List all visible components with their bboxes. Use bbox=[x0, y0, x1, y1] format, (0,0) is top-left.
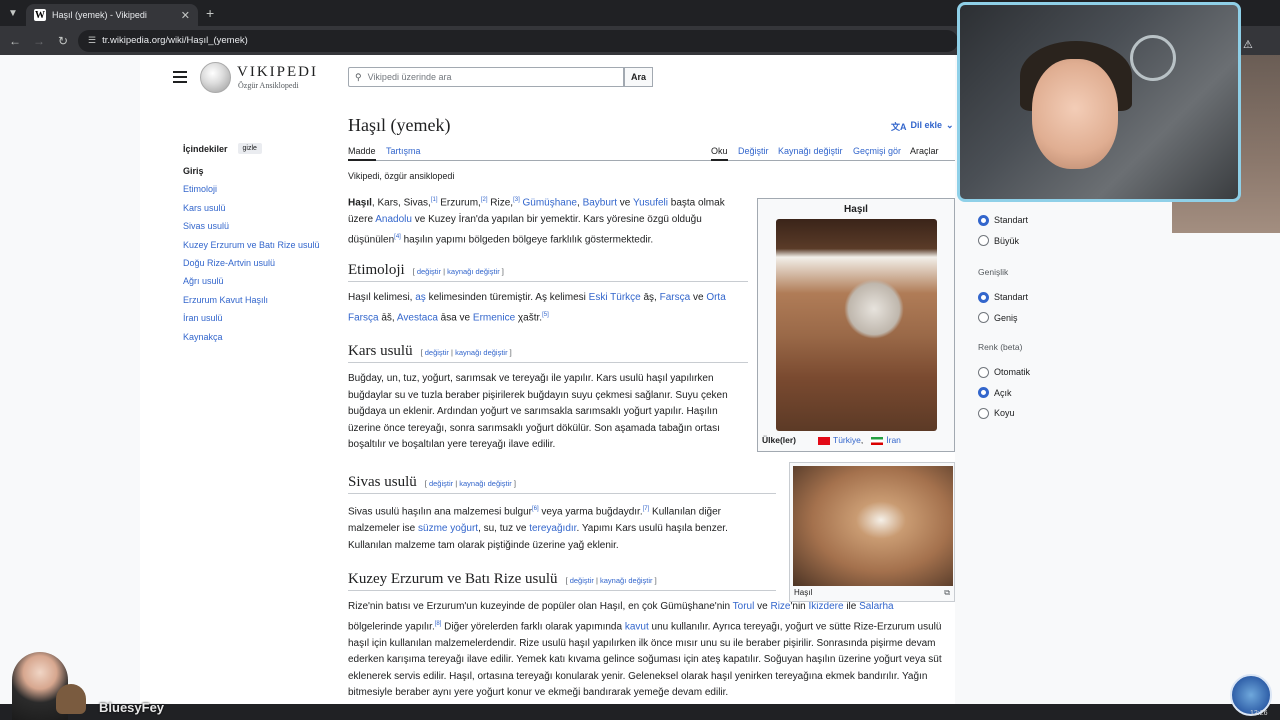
radio-icon bbox=[978, 291, 989, 303]
iran-flag-icon bbox=[871, 436, 884, 445]
infobox: Haşıl Ülke(ler) Türkiye, İran bbox=[757, 198, 955, 452]
radio-icon bbox=[978, 407, 989, 419]
tab-talk[interactable]: Tartışma bbox=[386, 146, 421, 156]
toc-hide-button[interactable]: gizle bbox=[237, 143, 262, 154]
color-title: Renk (beta) bbox=[978, 342, 1023, 352]
toc-item[interactable]: Kuzey Erzurum ve Batı Rize usulü bbox=[183, 240, 333, 258]
section-heading: Kuzey Erzurum ve Batı Rize usulü[ değişt… bbox=[348, 571, 776, 591]
toc-item[interactable]: Etimoloji bbox=[183, 184, 333, 202]
search-placeholder: Vikipedi üzerinde ara bbox=[367, 72, 452, 82]
toc-item[interactable]: Doğu Rize-Artvin usulü bbox=[183, 258, 333, 276]
turkey-flag-icon bbox=[818, 436, 831, 445]
kars-paragraph: Buğday, un, tuz, yoğurt, sarımsak ve ter… bbox=[348, 373, 728, 451]
enlarge-icon[interactable]: ⧉ bbox=[944, 588, 950, 598]
country-link[interactable]: İran bbox=[886, 435, 901, 445]
search-button[interactable]: Ara bbox=[624, 67, 653, 87]
color-dark[interactable]: Koyu bbox=[978, 403, 1128, 424]
infobox-countries-row: Ülke(ler) Türkiye, İran bbox=[762, 435, 901, 445]
toc-item[interactable]: Sivas usulü bbox=[183, 221, 333, 239]
color-light[interactable]: Açık bbox=[978, 383, 1128, 404]
forward-icon[interactable]: → bbox=[30, 32, 48, 50]
text-size-standard[interactable]: Standart bbox=[978, 210, 1128, 231]
table-of-contents: İçindekiler gizle Giriş Etimoloji Kars u… bbox=[183, 143, 333, 350]
text-size-large[interactable]: Büyük bbox=[978, 231, 1128, 252]
toc-item[interactable]: Giriş bbox=[183, 166, 333, 184]
add-language-button[interactable]: 文A Dil ekle ⌄ bbox=[891, 120, 954, 133]
tagline: Özgür Ansiklopedi bbox=[238, 81, 299, 90]
address-bar[interactable]: ☰ tr.wikipedia.org/wiki/Haşıl_(yemek) bbox=[78, 29, 958, 52]
wordmark[interactable]: Vikipedi bbox=[237, 64, 318, 81]
webcam-overlay bbox=[957, 2, 1241, 202]
width-wide[interactable]: Geniş bbox=[978, 308, 1128, 329]
appearance-panel: Standart Büyük Genişlik Standart Geniş R… bbox=[978, 190, 1128, 424]
thumbnail-image[interactable] bbox=[793, 466, 953, 586]
add-language-label: Dil ekle bbox=[910, 120, 943, 130]
warning-icon: ⚠ bbox=[1243, 39, 1253, 51]
site-info-icon[interactable]: ☰ bbox=[88, 35, 96, 46]
width-title: Genişlik bbox=[978, 267, 1009, 277]
browser-tab[interactable]: W Haşıl (yemek) - Vikipedi ✕ bbox=[26, 4, 198, 26]
site-subtitle: Vikipedi, özgür ansiklopedi bbox=[348, 171, 455, 181]
tab-history[interactable]: Geçmişi gör bbox=[853, 146, 901, 156]
infobox-image[interactable] bbox=[776, 219, 937, 431]
intro-paragraph: Haşıl, Kars, Sivas,[1] Erzurum,[2] Rize,… bbox=[348, 197, 725, 245]
color-auto[interactable]: Otomatik bbox=[978, 362, 1128, 383]
tab-edit[interactable]: Değiştir bbox=[738, 146, 769, 156]
wikipedia-page: Vikipedi Özgür Ansiklopedi ⚲ Vikipedi üz… bbox=[140, 55, 955, 720]
width-standard[interactable]: Standart bbox=[978, 287, 1128, 308]
section-heading: Etimoloji[ değiştir | kaynağı değiştir ] bbox=[348, 262, 748, 282]
fan-shape bbox=[1130, 35, 1176, 81]
radio-icon bbox=[978, 387, 989, 399]
radio-icon bbox=[978, 214, 989, 226]
etymology-paragraph: Haşıl kelimesi, aş kelimesinden türemişt… bbox=[348, 292, 726, 323]
tab-edit-source[interactable]: Kaynağı değiştir bbox=[778, 146, 843, 156]
toc-item[interactable]: Kars usulü bbox=[183, 203, 333, 221]
thumbnail-figure: Haşıl ⧉ bbox=[789, 462, 955, 602]
cat-avatar bbox=[56, 684, 86, 714]
translate-icon: 文A bbox=[891, 122, 907, 132]
wikipedia-favicon-icon: W bbox=[34, 9, 46, 21]
radio-icon bbox=[978, 366, 989, 378]
toc-item[interactable]: Ağrı usulü bbox=[183, 276, 333, 294]
toc-item[interactable]: Erzurum Kavut Haşılı bbox=[183, 295, 333, 313]
wikipedia-globe-icon[interactable] bbox=[200, 62, 231, 93]
main-menu-icon[interactable] bbox=[173, 71, 187, 83]
tab-title: Haşıl (yemek) - Vikipedi bbox=[52, 10, 147, 20]
tab-article[interactable]: Madde bbox=[348, 146, 376, 161]
url-text: tr.wikipedia.org/wiki/Haşıl_(yemek) bbox=[102, 35, 248, 46]
tools-menu[interactable]: Araçlar bbox=[910, 146, 939, 156]
new-tab-icon[interactable]: + bbox=[206, 5, 214, 21]
radio-icon bbox=[978, 312, 989, 324]
toc-item[interactable]: İran usulü bbox=[183, 313, 333, 331]
close-tab-icon[interactable]: ✕ bbox=[181, 9, 190, 22]
infobox-title: Haşıl bbox=[844, 204, 868, 215]
taskbar-clock: 12:26 bbox=[1250, 710, 1268, 717]
article-tabs: Madde Tartışma Oku Değiştir Kaynağı deği… bbox=[348, 143, 955, 161]
stream-username: BluesyFey bbox=[99, 700, 165, 715]
back-icon[interactable]: ← bbox=[6, 32, 24, 50]
reload-icon[interactable]: ↻ bbox=[54, 32, 72, 50]
site-header: Vikipedi Özgür Ansiklopedi ⚲ Vikipedi üz… bbox=[140, 55, 955, 105]
tab-search-icon[interactable]: ▼ bbox=[0, 0, 26, 26]
section-heading: Kars usulü[ değiştir | kaynağı değiştir … bbox=[348, 343, 748, 363]
streamer-face bbox=[1032, 59, 1118, 169]
tab-read[interactable]: Oku bbox=[711, 146, 728, 161]
thumbnail-caption: Haşıl bbox=[794, 588, 813, 597]
toc-item[interactable]: Kaynakça bbox=[183, 332, 333, 350]
page-background-left bbox=[0, 55, 140, 704]
search-input[interactable]: ⚲ Vikipedi üzerinde ara bbox=[348, 67, 624, 87]
chevron-down-icon: ⌄ bbox=[946, 120, 954, 130]
radio-icon bbox=[978, 235, 989, 247]
taskbar bbox=[0, 704, 1280, 720]
search-icon: ⚲ bbox=[355, 71, 362, 82]
sivas-paragraph: Sivas usulü haşılın ana malzemesi bulgur… bbox=[348, 506, 728, 551]
toc-title: İçindekiler bbox=[183, 143, 228, 154]
countries-label: Ülke(ler) bbox=[762, 435, 797, 445]
rize-paragraph: Rize'nin batısı ve Erzurum'un kuzeyinde … bbox=[348, 601, 942, 699]
section-heading: Sivas usulü[ değiştir | kaynağı değiştir… bbox=[348, 474, 776, 494]
country-link[interactable]: Türkiye bbox=[833, 435, 861, 445]
page-title: Haşıl (yemek) bbox=[348, 115, 451, 135]
